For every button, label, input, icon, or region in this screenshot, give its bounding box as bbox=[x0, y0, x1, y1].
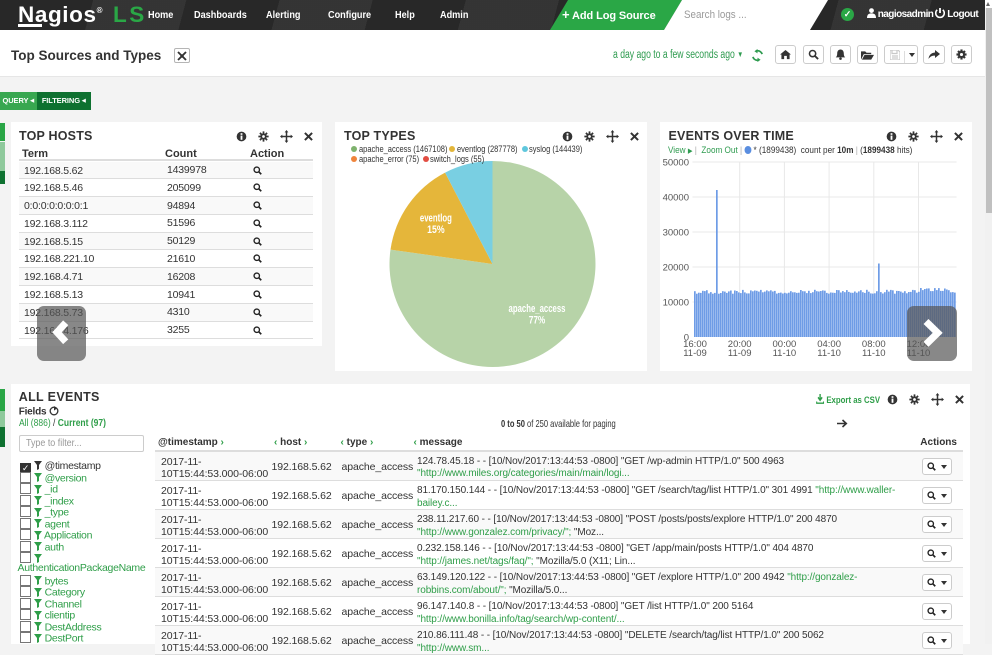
svg-text:11-10: 11-10 bbox=[862, 348, 886, 359]
svg-text:30000: 30000 bbox=[662, 228, 688, 239]
svg-text:40000: 40000 bbox=[662, 193, 688, 204]
svg-text:eventlog: eventlog bbox=[419, 213, 451, 225]
svg-text:11-09: 11-09 bbox=[727, 348, 751, 359]
svg-text:apache_access: apache_access bbox=[508, 303, 565, 315]
svg-text:10000: 10000 bbox=[662, 298, 688, 309]
svg-text:20000: 20000 bbox=[662, 263, 688, 274]
svg-text:77%: 77% bbox=[528, 315, 545, 327]
svg-text:15%: 15% bbox=[427, 224, 445, 236]
svg-text:11-10: 11-10 bbox=[817, 348, 841, 359]
svg-text:50000: 50000 bbox=[662, 158, 688, 169]
svg-text:11-09: 11-09 bbox=[683, 348, 707, 359]
svg-text:11-10: 11-10 bbox=[772, 348, 796, 359]
